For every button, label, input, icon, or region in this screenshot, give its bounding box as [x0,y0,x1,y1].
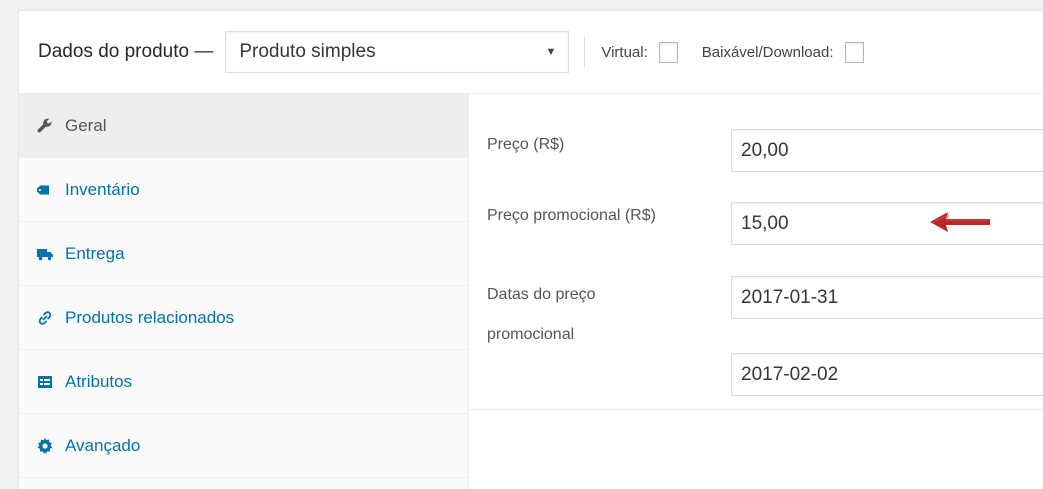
link-icon [37,310,53,326]
panel-title: Dados do produto — [38,41,214,62]
tag-icon [37,182,53,198]
tab-label: Geral [65,115,107,135]
tab-geral[interactable]: Geral [19,94,468,158]
virtual-checkbox[interactable] [658,41,678,63]
tab-atributos[interactable]: Atributos [19,350,468,414]
truck-icon [37,246,53,262]
tab-label: Entrega [65,243,125,263]
sale-price-input[interactable]: 15,00 [731,202,1043,245]
tab-avancado[interactable]: Avançado [19,414,468,478]
price-input[interactable]: 20,00 [731,129,1043,172]
tab-produtos-relacionados[interactable]: Produtos relacionados [19,286,468,350]
product-type-select[interactable]: Produto simples ▼ [225,31,570,73]
virtual-label: Virtual: [601,43,648,61]
price-label: Preço (R$) [487,136,565,153]
product-data-tabs: Geral Inventário Entrega Produtos relaci… [19,94,469,489]
sale-price-label: Preço promocional (R$) [487,207,656,224]
list-icon [37,374,53,390]
sale-date-to-input[interactable]: 2017-02-02 [731,353,1043,396]
tab-label: Atributos [65,371,133,391]
tab-label: Inventário [65,179,140,199]
wrench-icon [37,118,53,134]
red-arrow-indicator [924,207,996,242]
sale-date-from-input[interactable]: 2017-01-31 [731,276,1043,319]
chevron-down-icon: ▼ [545,46,557,58]
product-data-panel: Dados do produto — Produto simples ▼ Vir… [18,10,1043,489]
gear-icon [37,437,53,454]
general-tab-content: Preço (R$) 20,00 Preço promocional (R$) … [469,94,1043,410]
tab-entrega[interactable]: Entrega [19,222,468,286]
sale-dates-label-line1: Datas do preço [487,286,596,303]
sale-dates-label-line2: promocional [487,326,575,343]
tab-inventario[interactable]: Inventário [19,158,468,222]
download-checkbox[interactable] [844,41,864,63]
tab-label: Produtos relacionados [65,307,235,327]
product-type-value: Produto simples [239,41,376,62]
tab-label: Avançado [65,435,141,455]
panel-header: Dados do produto — Produto simples ▼ Vir… [19,11,1043,94]
download-label: Baixável/Download: [701,43,834,61]
header-divider [584,37,586,67]
